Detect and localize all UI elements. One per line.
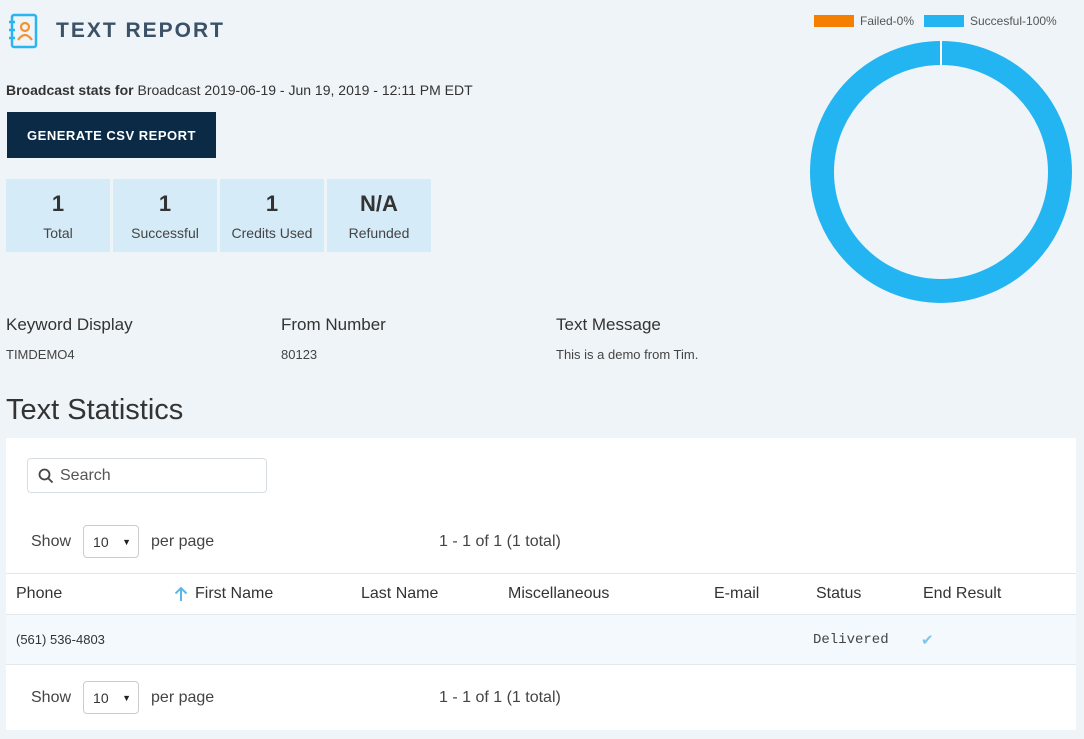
page-header: TEXT REPORT [8, 12, 225, 50]
section-title: Text Statistics [6, 394, 184, 426]
col-phone[interactable]: Phone [16, 574, 62, 614]
stat-value: 1 [158, 190, 172, 216]
cell-phone: (561) 536-4803 [16, 632, 105, 647]
col-first-name-label: First Name [195, 585, 274, 602]
stat-label: Refunded [348, 224, 410, 241]
col-miscellaneous[interactable]: Miscellaneous [508, 574, 609, 614]
legend-item-successful: Succesful-100% [924, 14, 1057, 28]
stat-refunded: N/A Refunded [327, 179, 431, 252]
per-page-select[interactable]: 10 ▼ [83, 681, 140, 714]
show-label: Show [31, 688, 72, 706]
pager-top: Show 10 ▼ per page [31, 525, 214, 558]
per-page-value: 10 [93, 689, 109, 706]
stat-value: 1 [51, 190, 65, 216]
search-input[interactable] [60, 466, 240, 485]
stat-label: Total [43, 224, 73, 241]
stat-credits-used: 1 Credits Used [220, 179, 324, 252]
donut-slice-succesful-100 [810, 41, 1072, 303]
contact-book-icon [9, 13, 38, 49]
cell-status: Delivered [813, 631, 889, 648]
legend-label-failed: Failed-0% [860, 14, 915, 28]
legend-label-successful: Succesful-100% [970, 14, 1057, 28]
stat-label: Credits Used [231, 224, 313, 241]
text-message-heading: Text Message [556, 315, 661, 334]
col-status[interactable]: Status [816, 574, 861, 614]
per-page-label: per page [151, 688, 215, 706]
per-page-value: 10 [93, 533, 109, 550]
text-message-info: Text Message This is a demo from Tim. [556, 315, 698, 362]
generate-csv-button[interactable]: GENERATE CSV REPORT [7, 112, 216, 158]
check-icon: ✔ [921, 631, 934, 649]
broadcast-stats-value: Broadcast 2019-06-19 - Jun 19, 2019 - 12… [137, 82, 473, 98]
col-first-name[interactable]: First Name [174, 574, 273, 614]
per-page-select[interactable]: 10 ▼ [83, 525, 140, 558]
pager-bottom: Show 10 ▼ per page [31, 681, 214, 714]
range-text-top: 1 - 1 of 1 (1 total) [439, 533, 561, 550]
per-page-label: per page [151, 532, 215, 550]
keyword-heading: Keyword Display [6, 315, 133, 334]
col-end-result[interactable]: End Result [923, 574, 1001, 614]
from-number-info: From Number 80123 [281, 315, 386, 362]
legend-swatch-successful [924, 15, 964, 27]
search-box[interactable] [27, 458, 267, 493]
legend-swatch-failed [814, 15, 854, 27]
text-message-value: This is a demo from Tim. [556, 347, 699, 362]
table-row[interactable]: (561) 536-4803 Delivered ✔ [6, 615, 1076, 665]
sort-up-icon [174, 586, 188, 601]
chevron-down-icon: ▼ [122, 692, 132, 703]
stat-value: N/A [360, 190, 398, 216]
chevron-down-icon: ▼ [122, 536, 132, 547]
col-email[interactable]: E-mail [714, 574, 759, 614]
legend-item-failed: Failed-0% [814, 14, 914, 28]
col-last-name[interactable]: Last Name [361, 574, 438, 614]
broadcast-stats-label: Broadcast stats for [6, 82, 134, 98]
stat-total: 1 Total [6, 179, 110, 252]
from-number-heading: From Number [281, 315, 386, 334]
page-title: TEXT REPORT [56, 19, 226, 42]
from-number-value: 80123 [281, 347, 318, 362]
keyword-info: Keyword Display TIMDEMO4 [6, 315, 133, 362]
keyword-value: TIMDEMO4 [6, 347, 75, 362]
search-icon [38, 468, 54, 483]
stat-label: Successful [131, 224, 199, 241]
donut-chart [810, 40, 1072, 303]
broadcast-stats: Broadcast stats for Broadcast 2019-06-19… [6, 82, 473, 98]
table-header: Phone First Name Last Name Miscellaneous… [6, 573, 1076, 615]
stat-value: 1 [265, 190, 279, 216]
statistics-panel: Show 10 ▼ per page 1 - 1 of 1 (1 total) … [6, 438, 1076, 730]
range-text-bottom: 1 - 1 of 1 (1 total) [439, 689, 561, 706]
stat-successful: 1 Successful [113, 179, 217, 252]
stats-row: 1 Total 1 Successful 1 Credits Used N/A … [6, 179, 431, 252]
show-label: Show [31, 532, 72, 550]
